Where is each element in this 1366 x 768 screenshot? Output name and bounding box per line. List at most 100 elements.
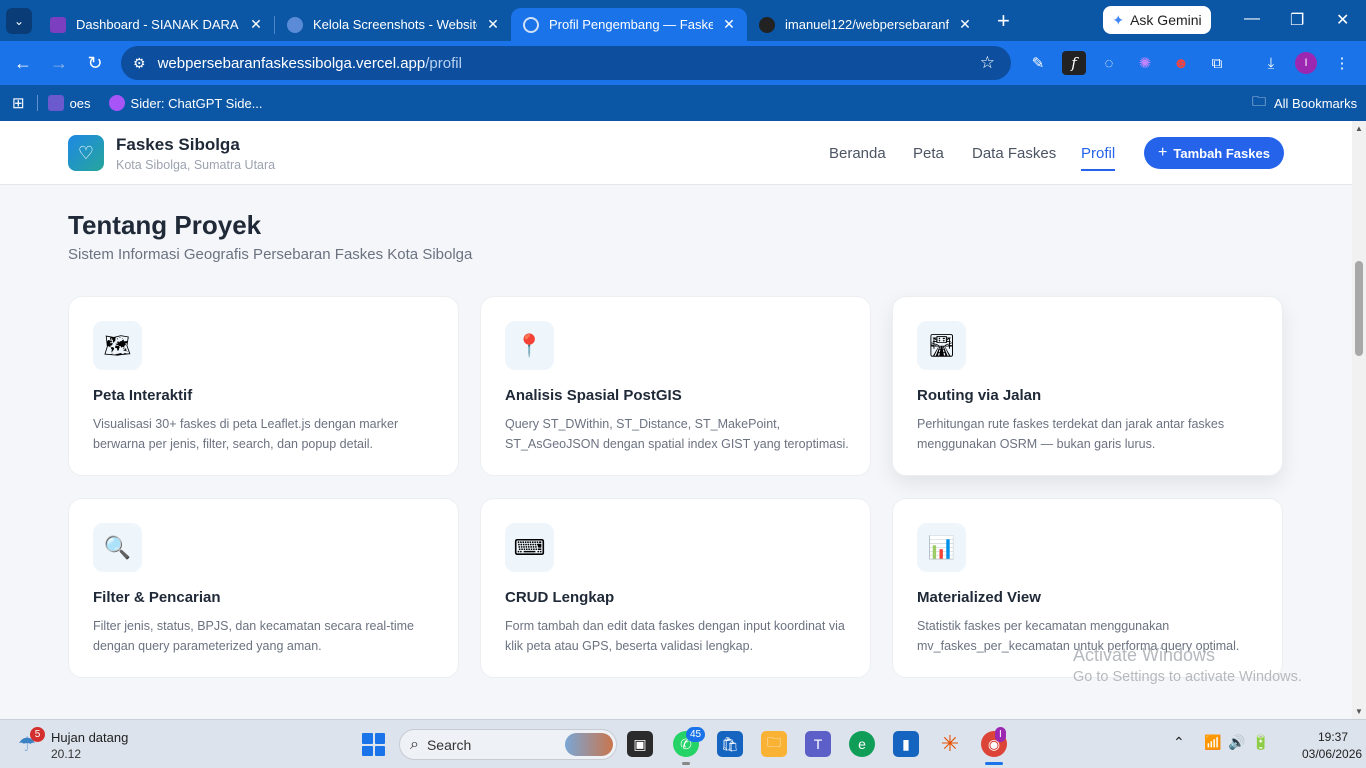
close-window-icon[interactable]: ✕	[1336, 10, 1349, 30]
eyedropper-extension-icon[interactable]: ✎	[1026, 51, 1050, 75]
weather-title[interactable]: Hujan datang	[51, 730, 128, 745]
tab-kelola-screenshots[interactable]: Kelola Screenshots - Website Pe ✕	[275, 8, 511, 41]
weather-value: 20.12	[51, 747, 82, 761]
card-title: Analisis Spasial PostGIS	[505, 387, 682, 404]
brand-title[interactable]: Faskes Sibolga	[116, 135, 240, 155]
weather-badge: 5	[30, 727, 45, 742]
sianak-favicon-icon	[50, 16, 66, 33]
all-bookmarks-label: All Bookmarks	[1274, 95, 1358, 111]
bookmark-label: Sider: ChatGPT Side...	[130, 95, 263, 111]
power-bi-icon[interactable]: ▮	[893, 731, 919, 757]
bookmarks-bar: ⊞ oes Sider: ChatGPT Side... 🗀 All Bookm…	[0, 85, 1366, 121]
site-header: ♡ Faskes Sibolga Kota Sibolga, Sumatra U…	[0, 121, 1352, 185]
close-icon[interactable]: ✕	[248, 16, 264, 33]
taskbar-search[interactable]: ⌕ Search	[399, 729, 617, 760]
tab-dashboard[interactable]: Dashboard - SIANAK DARA | Po ✕	[38, 8, 274, 41]
card-description: Query ST_DWithin, ST_Distance, ST_MakePo…	[505, 417, 849, 451]
oes-bookmark-icon	[47, 95, 64, 111]
puzzle-extensions-icon[interactable]: ⧉	[1205, 51, 1229, 75]
wifi-icon[interactable]: 📶	[1204, 734, 1221, 751]
bookmark-star-icon[interactable]: ☆	[980, 53, 995, 73]
activate-windows-title: Activate Windows	[1073, 645, 1216, 665]
scrollbar-thumb[interactable]	[1355, 261, 1363, 356]
tab-profil-pengembang[interactable]: Profil Pengembang — Faskes Si ✕	[511, 8, 747, 41]
feature-card-routing: 🛣 Routing via Jalan Perhitungan rute fas…	[892, 296, 1283, 476]
tab-title: Dashboard - SIANAK DARA | Po	[76, 17, 240, 32]
profile-avatar[interactable]: I	[1295, 52, 1317, 74]
folder-icon: 🗀	[1252, 93, 1266, 109]
nav-profil[interactable]: Profil	[1081, 145, 1116, 171]
task-view-icon[interactable]: ▣	[627, 731, 653, 757]
ask-gemini-button[interactable]: ✦ Ask Gemini	[1103, 6, 1211, 34]
microsoft-store-icon[interactable]: 🛍	[717, 731, 743, 757]
bar-chart-icon: 📊	[917, 523, 966, 572]
site-settings-icon[interactable]: ⚙	[133, 55, 146, 72]
app-running-indicator	[682, 762, 690, 765]
tab-search-button[interactable]: ⌄	[6, 7, 32, 34]
pin-icon: 📍	[505, 321, 554, 370]
web-page: ♡ Faskes Sibolga Kota Sibolga, Sumatra U…	[0, 121, 1352, 719]
feature-card-peta-interaktif: 🗺 Peta Interaktif Visualisasi 30+ faskes…	[68, 296, 459, 476]
battery-icon[interactable]: 🔋	[1252, 734, 1269, 751]
scroll-down-icon[interactable]: ▼	[1355, 707, 1363, 716]
search-icon: ⌕	[410, 735, 419, 753]
all-bookmarks-button[interactable]: 🗀 All Bookmarks	[1252, 91, 1357, 115]
sider-extension-icon[interactable]: ✺	[1133, 51, 1157, 75]
card-description: Visualisasi 30+ faskes di peta Leaflet.j…	[93, 417, 399, 451]
plus-icon: +	[1158, 144, 1168, 161]
forward-arrow-icon[interactable]: →	[41, 53, 77, 74]
tab-strip: ⌄ Dashboard - SIANAK DARA | Po ✕ Kelola …	[0, 0, 1366, 41]
windows-start-icon[interactable]	[362, 733, 385, 756]
tab-title: Profil Pengembang — Faskes Si	[549, 17, 713, 32]
tampermonkey-extension-icon[interactable]: ☻	[1169, 51, 1193, 75]
bookmark-oes[interactable]: oes	[47, 95, 91, 111]
edge-icon[interactable]: e	[849, 731, 875, 757]
minimize-icon[interactable]: —	[1244, 10, 1260, 28]
card-title: CRUD Lengkap	[505, 589, 615, 606]
card-title: Routing via Jalan	[917, 387, 1042, 404]
sync-extension-icon[interactable]: ◌	[1097, 51, 1121, 75]
clock-date[interactable]: 03/06/2026	[1302, 747, 1362, 761]
url-path: /profil	[425, 54, 462, 72]
bookmark-sider[interactable]: Sider: ChatGPT Side...	[108, 95, 263, 111]
nav-peta[interactable]: Peta	[913, 145, 944, 162]
back-arrow-icon[interactable]: ←	[5, 53, 41, 74]
ask-gemini-label: Ask Gemini	[1130, 12, 1202, 28]
chevron-down-icon: ⌄	[13, 13, 25, 28]
address-bar[interactable]: ⚙ webpersebaranfaskessibolga.vercel.app …	[121, 46, 1011, 80]
volume-icon[interactable]: 🔊	[1228, 734, 1245, 751]
clock-time[interactable]: 19:37	[1318, 730, 1348, 744]
close-icon[interactable]: ✕	[721, 16, 737, 33]
download-icon[interactable]: ⤓	[1259, 51, 1283, 75]
card-description: Filter jenis, status, BPJS, dan kecamata…	[93, 619, 414, 653]
claude-sparkle-icon[interactable]: ✳	[937, 731, 963, 757]
search-highlight-image	[565, 733, 613, 756]
apps-grid-icon[interactable]: ⊞	[12, 94, 25, 112]
globe-favicon-icon	[287, 16, 303, 33]
brand-subtitle: Kota Sibolga, Sumatra Utara	[116, 158, 276, 172]
kebab-menu-icon[interactable]: ⋮	[1330, 51, 1354, 75]
nav-beranda[interactable]: Beranda	[829, 145, 886, 162]
nav-data-faskes[interactable]: Data Faskes	[972, 145, 1056, 162]
maximize-icon[interactable]: ❐	[1290, 10, 1304, 30]
card-title: Materialized View	[917, 589, 1041, 606]
feature-card-filter-pencarian: 🔍 Filter & Pencarian Filter jenis, statu…	[68, 498, 459, 678]
section-subtitle: Sistem Informasi Geografis Persebaran Fa…	[68, 246, 473, 263]
font-extension-icon[interactable]: f	[1062, 51, 1086, 75]
tab-github-repo[interactable]: imanuel122/webpersebaranfask ✕	[747, 8, 983, 41]
file-explorer-icon[interactable]: 🗀	[761, 731, 787, 757]
scroll-up-icon[interactable]: ▲	[1355, 124, 1363, 133]
card-description: Form tambah dan edit data faskes dengan …	[505, 619, 845, 653]
close-icon[interactable]: ✕	[485, 16, 501, 33]
teams-icon[interactable]: T	[805, 731, 831, 757]
new-tab-button[interactable]: +	[997, 8, 1010, 34]
tab-title: Kelola Screenshots - Website Pe	[313, 17, 477, 32]
page-scrollbar[interactable]: ▲ ▼	[1352, 121, 1366, 719]
heart-logo-icon[interactable]: ♡	[68, 135, 104, 171]
card-description: Perhitungan rute faskes terdekat dan jar…	[917, 417, 1225, 451]
close-icon[interactable]: ✕	[957, 16, 973, 33]
github-favicon-icon	[759, 16, 775, 33]
tambah-faskes-button[interactable]: + Tambah Faskes	[1144, 137, 1284, 169]
reload-icon[interactable]: ↻	[77, 53, 113, 74]
chevron-up-icon[interactable]: ⌃	[1173, 734, 1185, 751]
